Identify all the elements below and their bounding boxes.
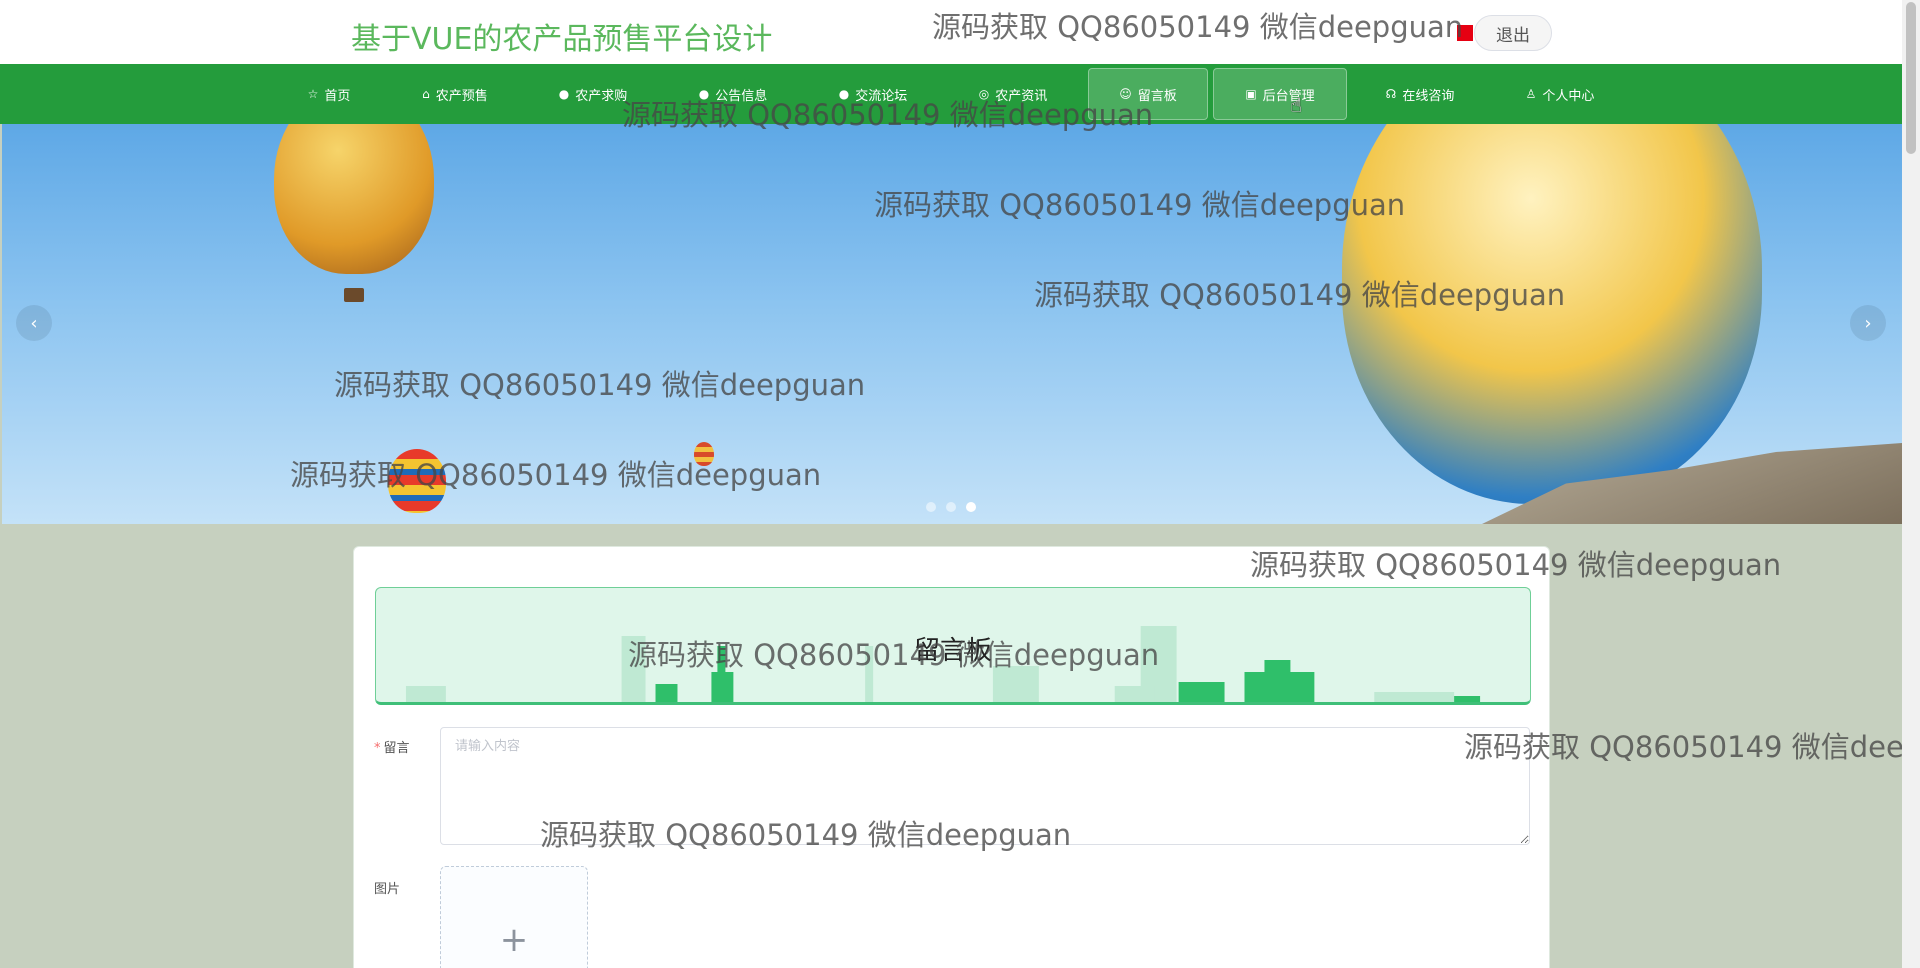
scrollbar-thumb[interactable]: [1906, 2, 1916, 154]
carousel-prev-button[interactable]: ‹: [16, 305, 52, 341]
flag-icon: [1457, 25, 1473, 41]
nav-item-profile[interactable]: ♙ 个人中心: [1500, 68, 1620, 120]
required-asterisk: *: [374, 741, 381, 756]
message-field-label: * 留言: [374, 737, 410, 756]
nav-item-home[interactable]: ☆ 首页: [288, 68, 370, 120]
image-field-label: 图片: [374, 882, 401, 897]
info-icon: ●: [698, 87, 710, 101]
main-nav: ☆ 首页 ⌂ 农产预售 ● 农产求购 ● 公告信息 ● 交流论坛 ◎ 农产资讯 …: [0, 64, 1902, 124]
nav-item-label: 留言板: [1137, 88, 1177, 104]
balloon-image: [274, 124, 434, 302]
message-label-text: 留言: [383, 741, 410, 756]
headset-icon: ☊: [1385, 87, 1397, 101]
nav-item-message-board[interactable]: ☺ 留言板: [1088, 68, 1208, 120]
site-title: 基于VUE的农产品预售平台设计: [351, 22, 773, 57]
plus-icon: +: [499, 920, 529, 960]
nav-item-label: 在线咨询: [1402, 88, 1455, 104]
mouse-pointer-icon: ☝: [1290, 93, 1303, 117]
info-icon: ●: [838, 87, 850, 101]
nav-item-label: 后台管理: [1262, 88, 1315, 104]
nav-item-label: 个人中心: [1542, 88, 1595, 104]
nav-item-presale[interactable]: ⌂ 农产预售: [400, 68, 510, 120]
top-header: 基于VUE的农产品预售平台设计 退出: [0, 0, 1902, 64]
balloon-image: [388, 449, 446, 513]
nav-item-admin[interactable]: ▣ 后台管理: [1213, 68, 1347, 120]
image-upload-box[interactable]: +: [440, 866, 588, 968]
board-header: 留言板: [375, 587, 1531, 705]
logout-button[interactable]: 退出: [1474, 15, 1552, 51]
chevron-left-icon: ‹: [30, 312, 38, 334]
nav-item-label: 首页: [324, 88, 351, 104]
nav-item-consult[interactable]: ☊ 在线咨询: [1362, 68, 1478, 120]
message-board-panel: 留言板 *留言 图片 +: [353, 546, 1550, 968]
balloon-image: [1342, 124, 1762, 504]
star-icon: ☆: [307, 87, 319, 101]
shop-icon: ⌂: [422, 87, 430, 101]
smile-icon: ☺: [1119, 87, 1132, 101]
nav-item-news[interactable]: ◎ 农产资讯: [958, 68, 1068, 120]
carousel-next-button[interactable]: ›: [1850, 305, 1886, 341]
carousel-dot[interactable]: [946, 502, 956, 512]
nav-item-label: 交流论坛: [855, 88, 908, 104]
carousel-indicators: [926, 502, 976, 512]
chevron-right-icon: ›: [1864, 312, 1872, 334]
nav-item-purchase[interactable]: ● 农产求购: [538, 68, 648, 120]
nav-item-announcements[interactable]: ● 公告信息: [678, 68, 788, 120]
nav-item-label: 农产求购: [575, 88, 628, 104]
carousel-dot-active[interactable]: [966, 502, 976, 512]
page-scrollbar[interactable]: [1902, 0, 1920, 968]
info-icon: ●: [558, 87, 570, 101]
carousel-dot[interactable]: [926, 502, 936, 512]
nav-item-label: 农产资讯: [995, 88, 1048, 104]
briefcase-icon: ▣: [1245, 87, 1257, 101]
compass-icon: ◎: [978, 87, 990, 101]
message-textarea[interactable]: [440, 727, 1530, 845]
user-icon: ♙: [1525, 87, 1537, 101]
nav-item-label: 农产预售: [435, 88, 488, 104]
balloon-image: [694, 442, 714, 466]
banner-carousel: [2, 124, 1902, 524]
board-title: 留言板: [913, 636, 992, 666]
nav-item-forum[interactable]: ● 交流论坛: [818, 68, 928, 120]
nav-item-label: 公告信息: [715, 88, 768, 104]
